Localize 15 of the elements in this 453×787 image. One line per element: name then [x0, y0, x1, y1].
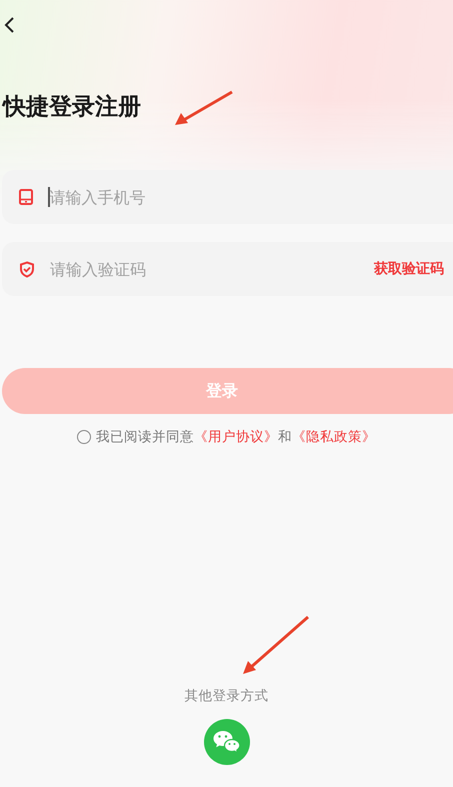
code-field[interactable]: 请输入验证码 获取验证码 — [2, 242, 453, 296]
back-icon[interactable] — [2, 15, 16, 35]
get-code-button[interactable]: 获取验证码 — [374, 260, 444, 278]
user-agreement-link[interactable]: 《用户协议》 — [194, 429, 278, 445]
other-login-label: 其他登录方式 — [184, 687, 268, 705]
agreement-text: 我已阅读并同意《用户协议》和《隐私政策》 — [96, 428, 376, 446]
agree-radio[interactable] — [77, 430, 91, 444]
phone-input[interactable]: 请输入手机号 — [50, 188, 453, 206]
phone-field[interactable]: 请输入手机号 — [2, 170, 453, 224]
phone-icon — [19, 189, 33, 205]
wechat-login-button[interactable] — [204, 719, 250, 765]
privacy-policy-link[interactable]: 《隐私政策》 — [292, 429, 376, 445]
shield-icon — [19, 260, 35, 278]
code-input[interactable]: 请输入验证码 — [50, 260, 374, 278]
page-title: 快捷登录注册 — [3, 93, 141, 122]
